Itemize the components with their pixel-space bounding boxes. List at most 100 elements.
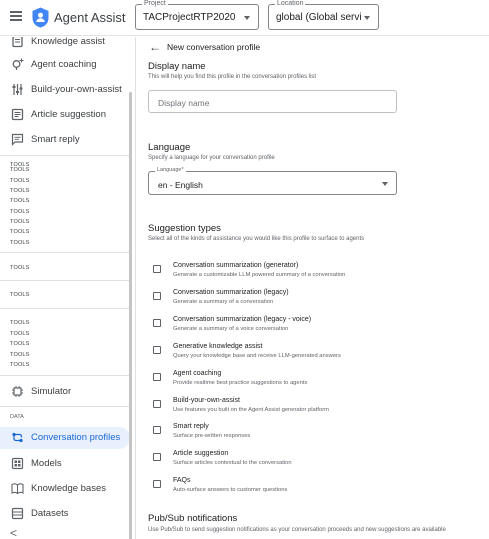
option-description: Surface pre-written responses	[173, 433, 251, 439]
option-description: Generate a summary of a voice conversati…	[173, 326, 289, 332]
coaching-icon	[12, 58, 24, 70]
divider	[0, 155, 130, 156]
display-name-description: This will help you find this profile in …	[148, 74, 317, 80]
sidebar-item-label: Build-your-own-assist	[31, 84, 122, 95]
sidebar-item-datasets[interactable]: Datasets	[0, 503, 130, 525]
tune-icon	[12, 84, 23, 95]
sidebar-item-label: Knowledge assist	[31, 37, 105, 47]
sidebar-item-simulator[interactable]: Simulator	[0, 381, 130, 403]
location-value: global (Global servin...	[276, 12, 362, 23]
option-article-suggestion[interactable]: Article suggestion Surface articles cont…	[153, 450, 483, 472]
suggestion-types-heading: Suggestion types	[148, 223, 221, 234]
data-section-label: DATA	[10, 414, 24, 420]
language-field-label: Language*	[155, 167, 186, 174]
display-name-placeholder: Display name	[158, 98, 210, 108]
chevron-down-icon	[382, 182, 388, 186]
suggestion-types-description: Select all of the kinds of assistance yo…	[148, 236, 365, 242]
pubsub-description: Use Pub/Sub to send suggestion notificat…	[148, 527, 446, 533]
display-name-input[interactable]: Display name	[148, 90, 397, 113]
divider	[0, 406, 130, 407]
language-value: en - English	[158, 180, 203, 190]
sidebar-item-label: Datasets	[31, 508, 69, 519]
option-title: FAQs	[173, 477, 191, 484]
option-conversation-summarization-generator[interactable]: Conversation summarization (generator) G…	[153, 262, 483, 284]
option-generative-knowledge-assist[interactable]: Generative knowledge assist Query your k…	[153, 343, 483, 365]
sidebar-item-knowledge-assist[interactable]: Knowledge assist	[0, 37, 130, 53]
language-description: Specify a language for your conversation…	[148, 155, 275, 161]
collapse-sidebar-icon[interactable]: <	[10, 526, 17, 539]
sidebar-item-smart-reply[interactable]: Smart reply	[0, 129, 130, 151]
route-icon	[12, 432, 23, 443]
option-title: Smart reply	[173, 423, 209, 430]
tools-label: TOOLS	[10, 331, 30, 337]
option-conversation-summarization-legacy[interactable]: Conversation summarization (legacy) Gene…	[153, 289, 483, 311]
chevron-down-icon	[364, 16, 370, 20]
option-title: Conversation summarization (legacy)	[173, 289, 289, 296]
reply-icon	[11, 133, 24, 146]
checkbox[interactable]	[153, 400, 161, 408]
option-description: Use features you built on the Agent Assi…	[173, 407, 329, 413]
location-selector[interactable]: Location global (Global servin...	[268, 0, 379, 30]
option-description: Generate a customizable LLM powered summ…	[173, 272, 346, 278]
checkbox[interactable]	[153, 292, 161, 300]
sidebar-item-build-your-own-assist[interactable]: Build-your-own-assist	[0, 79, 130, 101]
app-title: Agent Assist	[54, 10, 126, 25]
option-smart-reply[interactable]: Smart reply Surface pre-written response…	[153, 423, 483, 445]
checkbox[interactable]	[153, 346, 161, 354]
pubsub-heading: Pub/Sub notifications	[148, 513, 238, 524]
knowledge-icon	[12, 37, 23, 48]
project-selector[interactable]: Project TACProjectRTP2020	[135, 0, 259, 30]
divider	[0, 308, 130, 309]
sidebar-item-label: Article suggestion	[31, 109, 106, 120]
checkbox[interactable]	[153, 426, 161, 434]
divider	[0, 375, 130, 376]
tools-label: TOOLS	[10, 167, 30, 173]
tools-label: TOOLS	[10, 209, 30, 215]
tools-label: TOOLS	[10, 229, 30, 235]
article-icon	[11, 108, 24, 121]
main-content: ← New conversation profile Display name …	[137, 37, 489, 539]
checkbox[interactable]	[153, 480, 161, 488]
back-arrow-icon[interactable]: ←	[149, 40, 161, 54]
option-description: Surface articles contextual to the conve…	[173, 460, 292, 466]
tools-label: TOOLS	[10, 352, 30, 358]
option-faqs[interactable]: FAQs Auto-surface answers to customer qu…	[153, 477, 483, 499]
sidebar-item-models[interactable]: Models	[0, 453, 130, 475]
language-select[interactable]: Language* en - English	[148, 167, 397, 195]
option-title: Agent coaching	[173, 370, 222, 377]
option-title: Generative knowledge assist	[173, 343, 263, 350]
checkbox[interactable]	[153, 373, 161, 381]
checkbox[interactable]	[153, 319, 161, 327]
sidebar-scrollbar[interactable]	[129, 92, 132, 539]
book-icon	[11, 483, 24, 495]
option-agent-coaching[interactable]: Agent coaching Provide realtime best pra…	[153, 370, 483, 392]
divider	[0, 280, 130, 281]
option-build-your-own-assist[interactable]: Build-your-own-assist Use features you b…	[153, 397, 483, 419]
models-icon	[11, 457, 24, 470]
tools-label: TOOLS	[10, 178, 30, 184]
divider	[0, 252, 130, 253]
tools-label: TOOLS	[10, 188, 30, 194]
menu-icon[interactable]	[10, 11, 22, 21]
sidebar-item-label: Smart reply	[31, 134, 80, 145]
sidebar-item-label: Knowledge bases	[31, 483, 106, 494]
tools-label: TOOLS	[10, 362, 30, 368]
option-title: Conversation summarization (generator)	[173, 262, 299, 269]
sidebar-item-conversation-profiles[interactable]: Conversation profiles	[0, 427, 130, 449]
tools-label: TOOLS	[10, 292, 30, 298]
sidebar-item-knowledge-bases[interactable]: Knowledge bases	[0, 478, 130, 500]
sidebar-item-label: Models	[31, 458, 62, 469]
page-title: New conversation profile	[167, 42, 261, 52]
agent-assist-logo	[32, 7, 49, 28]
project-value: TACProjectRTP2020	[143, 12, 236, 23]
option-conversation-summarization-legacy-voice[interactable]: Conversation summarization (legacy - voi…	[153, 316, 483, 338]
tools-label: TOOLS	[10, 265, 30, 271]
chevron-down-icon	[244, 16, 250, 20]
checkbox[interactable]	[153, 265, 161, 273]
checkbox[interactable]	[153, 453, 161, 461]
simulator-icon	[12, 386, 23, 397]
sidebar-item-article-suggestion[interactable]: Article suggestion	[0, 104, 130, 126]
sidebar-item-agent-coaching[interactable]: Agent coaching	[0, 54, 130, 76]
tools-label: TOOLS	[10, 240, 30, 246]
top-bar: Agent Assist Project TACProjectRTP2020 L…	[0, 0, 489, 36]
